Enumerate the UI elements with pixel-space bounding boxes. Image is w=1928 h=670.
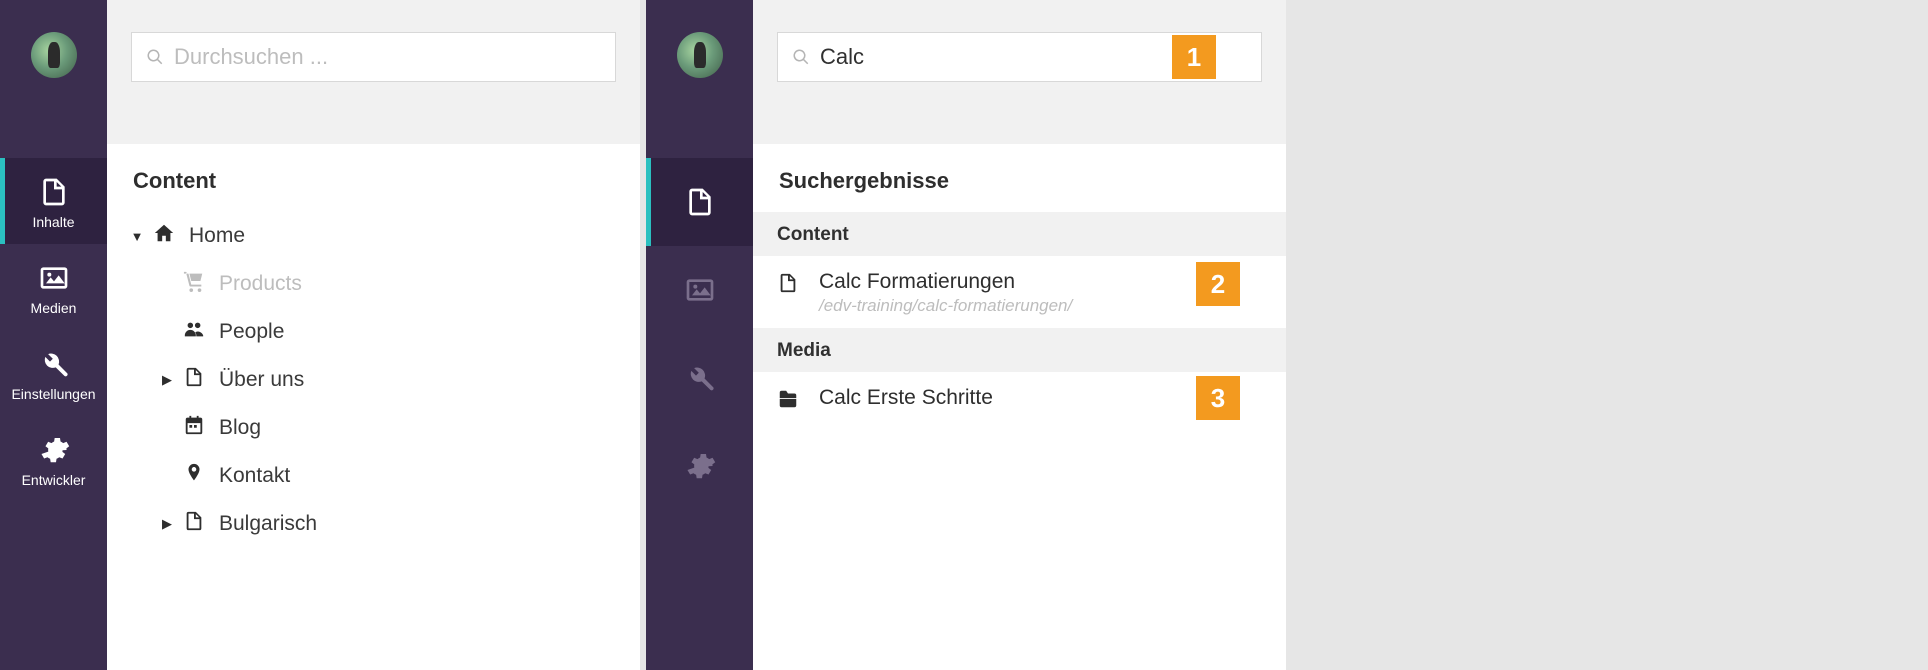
empty-area (1290, 0, 1928, 670)
calendar-icon (179, 414, 209, 442)
file-icon (179, 366, 209, 394)
nav-medien[interactable]: Medien (0, 244, 107, 330)
caret-right-icon[interactable]: ▶ (159, 372, 175, 388)
nav-entwickler[interactable] (646, 422, 753, 510)
caret-down-icon[interactable]: ▼ (129, 229, 145, 244)
tree-node-home[interactable]: ▼ Home (129, 212, 630, 260)
content-tree: ▼ Home Products People ▶ Über (107, 212, 640, 548)
nav-medien[interactable] (646, 246, 753, 334)
file-icon (684, 186, 716, 218)
people-icon (179, 318, 209, 346)
nav-inhalte[interactable]: Inhalte (0, 158, 107, 244)
tree-label: Über uns (219, 368, 304, 392)
image-icon (684, 274, 716, 306)
image-icon (38, 262, 70, 294)
nav-label: Einstellungen (11, 386, 95, 402)
tree-label: Bulgarisch (219, 512, 317, 536)
nav-entwickler[interactable]: Entwickler (0, 416, 107, 502)
tree-node-blog[interactable]: Blog (159, 404, 630, 452)
nav-einstellungen[interactable]: Einstellungen (0, 330, 107, 416)
tree-label: Kontakt (219, 464, 290, 488)
section-title: Suchergebnisse (753, 144, 1286, 212)
annotation-marker-3: 3 (1196, 376, 1240, 420)
search-input[interactable] (174, 44, 601, 70)
section-title: Content (107, 144, 640, 212)
nav-label: Inhalte (32, 214, 74, 230)
nav-label: Medien (31, 300, 77, 316)
gear-icon (684, 450, 716, 482)
panel-tree-view: Inhalte Medien Einstellungen Entwickler … (0, 0, 640, 670)
searchbar-area: 1 (753, 0, 1286, 144)
tree-node-ueber-uns[interactable]: ▶ Über uns (159, 356, 630, 404)
tree-main: Content ▼ Home Products People (107, 0, 640, 670)
cart-icon (179, 270, 209, 298)
tree-node-products[interactable]: Products (159, 260, 630, 308)
sidebar-nav: Inhalte Medien Einstellungen Entwickler (0, 0, 107, 670)
results-main: 1 Suchergebnisse Content Calc Formatieru… (753, 0, 1286, 670)
file-icon (38, 176, 70, 208)
home-icon (149, 222, 179, 250)
nav-inhalte[interactable] (646, 158, 753, 246)
pin-icon (179, 462, 209, 490)
tree-label: Home (189, 224, 245, 248)
caret-right-icon[interactable]: ▶ (159, 516, 175, 532)
nav-label: Entwickler (22, 472, 86, 488)
gear-icon (38, 434, 70, 466)
tree-node-kontakt[interactable]: Kontakt (159, 452, 630, 500)
group-header-content: Content (753, 212, 1286, 256)
panel-search-results: 1 Suchergebnisse Content Calc Formatieru… (646, 0, 1286, 670)
searchbar-area (107, 0, 640, 144)
tree-children: Products People ▶ Über uns Blog (129, 260, 630, 548)
file-icon (179, 510, 209, 538)
result-calc-erste-schritte[interactable]: Calc Erste Schritte 3 (753, 372, 1286, 427)
tree-node-bulgarisch[interactable]: ▶ Bulgarisch (159, 500, 630, 548)
wrench-icon (684, 362, 716, 394)
result-calc-formatierungen[interactable]: Calc Formatierungen /edv-training/calc-f… (753, 256, 1286, 328)
avatar[interactable] (677, 32, 723, 78)
nav-einstellungen[interactable] (646, 334, 753, 422)
sidebar-nav (646, 0, 753, 670)
tree-label: People (219, 320, 284, 344)
annotation-marker-2: 2 (1196, 262, 1240, 306)
tree-label: Products (219, 272, 302, 296)
search-icon (792, 48, 810, 66)
tree-label: Blog (219, 416, 261, 440)
file-icon (777, 270, 807, 299)
avatar[interactable] (31, 32, 77, 78)
folder-icon (777, 386, 807, 415)
tree-node-people[interactable]: People (159, 308, 630, 356)
group-header-media: Media (753, 328, 1286, 372)
search-icon (146, 48, 164, 66)
search-box[interactable] (131, 32, 616, 82)
wrench-icon (38, 348, 70, 380)
annotation-marker-1: 1 (1172, 35, 1216, 79)
